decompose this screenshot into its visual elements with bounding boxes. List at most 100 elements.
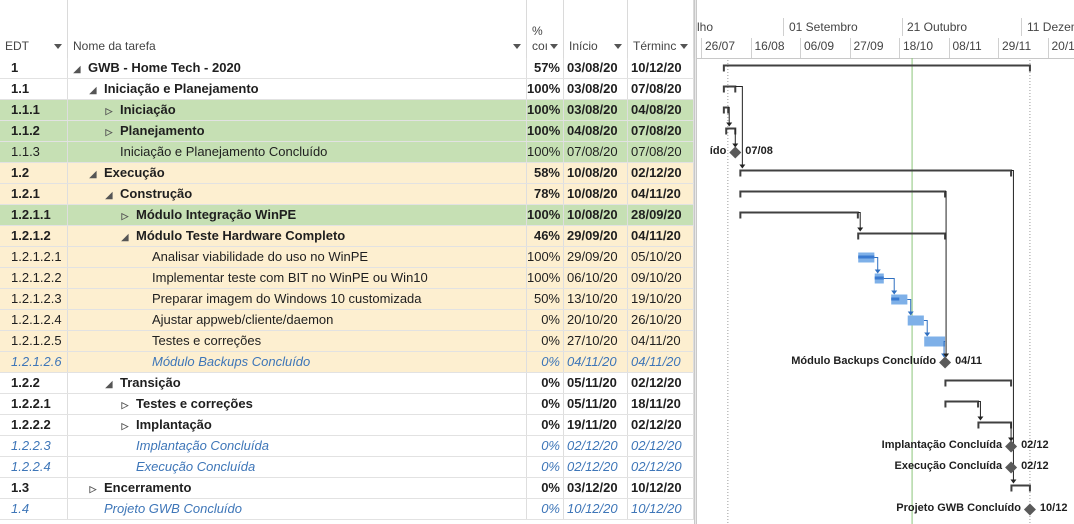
- collapse-triangle-icon[interactable]: ◢: [88, 164, 98, 183]
- expand-triangle-icon[interactable]: ▷: [88, 479, 98, 498]
- cell-start[interactable]: 10/08/20: [564, 163, 628, 183]
- table-row[interactable]: 1.2.1.2.4 Ajustar appweb/cliente/daemon 0%…: [0, 310, 694, 331]
- expand-triangle-icon[interactable]: ▷: [104, 101, 114, 120]
- cell-edt[interactable]: 1.2.1.2.6: [0, 352, 68, 372]
- cell-start[interactable]: 10/12/20: [564, 499, 628, 519]
- cell-percent-complete[interactable]: 100%: [527, 247, 564, 267]
- table-row[interactable]: 1.1.1 ▷ Iniciação 100% 03/08/20 04/08/20: [0, 100, 694, 121]
- table-row[interactable]: 1.2.1.2 ◢ Módulo Teste Hardware Completo 46…: [0, 226, 694, 247]
- chevron-down-icon[interactable]: [550, 44, 558, 49]
- cell-finish[interactable]: 09/10/20: [628, 268, 694, 288]
- expand-triangle-icon[interactable]: ▷: [120, 416, 130, 435]
- column-header-finish[interactable]: Términc: [628, 0, 694, 58]
- cell-task-name[interactable]: ◢ Módulo Teste Hardware Completo: [68, 226, 527, 246]
- cell-percent-complete[interactable]: 0%: [527, 352, 564, 372]
- cell-edt[interactable]: 1.2: [0, 163, 68, 183]
- cell-finish[interactable]: 28/09/20: [628, 205, 694, 225]
- cell-edt[interactable]: 1.2.1.2.3: [0, 289, 68, 309]
- cell-task-name[interactable]: Preparar imagem do Windows 10 customizad…: [68, 289, 527, 309]
- table-row[interactable]: 1.2.2.1 ▷ Testes e correções 0% 05/11/20 18/1…: [0, 394, 694, 415]
- table-row[interactable]: 1.3 ▷ Encerramento 0% 03/12/20 10/12/20: [0, 478, 694, 499]
- cell-edt[interactable]: 1.2.2.4: [0, 457, 68, 477]
- cell-percent-complete[interactable]: 100%: [527, 100, 564, 120]
- cell-edt[interactable]: 1.1.1: [0, 100, 68, 120]
- table-row[interactable]: 1.2.1.2.2 Implementar teste com BIT no Wi…: [0, 268, 694, 289]
- cell-finish[interactable]: 10/12/20: [628, 58, 694, 78]
- cell-edt[interactable]: 1.2.2.3: [0, 436, 68, 456]
- cell-task-name[interactable]: ▷ Encerramento: [68, 478, 527, 498]
- table-row[interactable]: 1.2.1.2.6 Módulo Backups Concluído 0% 04/11…: [0, 352, 694, 373]
- cell-start[interactable]: 02/12/20: [564, 457, 628, 477]
- cell-percent-complete[interactable]: 100%: [527, 142, 564, 162]
- cell-edt[interactable]: 1.2.1: [0, 184, 68, 204]
- cell-edt[interactable]: 1.2.1.2.5: [0, 331, 68, 351]
- column-header-name[interactable]: Nome da tarefa: [68, 0, 527, 58]
- chevron-down-icon[interactable]: [614, 44, 622, 49]
- cell-finish[interactable]: 04/11/20: [628, 226, 694, 246]
- cell-edt[interactable]: 1.4: [0, 499, 68, 519]
- cell-start[interactable]: 29/09/20: [564, 247, 628, 267]
- table-row[interactable]: 1.1.3 Iniciação e Planejamento Concluído 1…: [0, 142, 694, 163]
- cell-start[interactable]: 27/10/20: [564, 331, 628, 351]
- cell-edt[interactable]: 1.2.1.1: [0, 205, 68, 225]
- cell-edt[interactable]: 1.2.1.2: [0, 226, 68, 246]
- table-row[interactable]: 1.2.1.2.1 Analisar viabilidade do uso no …: [0, 247, 694, 268]
- cell-task-name[interactable]: ▷ Módulo Integração WinPE: [68, 205, 527, 225]
- cell-percent-complete[interactable]: 100%: [527, 79, 564, 99]
- cell-finish[interactable]: 07/08/20: [628, 142, 694, 162]
- cell-start[interactable]: 19/11/20: [564, 415, 628, 435]
- table-row[interactable]: 1.2 ◢ Execução 58% 10/08/20 02/12/20: [0, 163, 694, 184]
- table-row[interactable]: 1.2.1 ◢ Construção 78% 10/08/20 04/11/20: [0, 184, 694, 205]
- cell-percent-complete[interactable]: 0%: [527, 310, 564, 330]
- cell-percent-complete[interactable]: 0%: [527, 457, 564, 477]
- cell-edt[interactable]: 1.1.3: [0, 142, 68, 162]
- cell-percent-complete[interactable]: 0%: [527, 373, 564, 393]
- cell-percent-complete[interactable]: 0%: [527, 331, 564, 351]
- cell-task-name[interactable]: ◢ Iniciação e Planejamento: [68, 79, 527, 99]
- cell-percent-complete[interactable]: 100%: [527, 121, 564, 141]
- expand-triangle-icon[interactable]: ▷: [120, 395, 130, 414]
- cell-finish[interactable]: 02/12/20: [628, 415, 694, 435]
- column-header-pct[interactable]: % coı: [527, 0, 564, 58]
- cell-finish[interactable]: 02/12/20: [628, 163, 694, 183]
- cell-edt[interactable]: 1.2.1.2.1: [0, 247, 68, 267]
- cell-percent-complete[interactable]: 0%: [527, 478, 564, 498]
- cell-task-name[interactable]: ◢ GWB - Home Tech - 2020: [68, 58, 527, 78]
- collapse-triangle-icon[interactable]: ◢: [104, 374, 114, 393]
- expand-triangle-icon[interactable]: ▷: [120, 206, 130, 225]
- cell-edt[interactable]: 1.3: [0, 478, 68, 498]
- table-row[interactable]: 1.2.1.1 ▷ Módulo Integração WinPE 100% 10/08…: [0, 205, 694, 226]
- cell-edt[interactable]: 1.2.2.1: [0, 394, 68, 414]
- cell-percent-complete[interactable]: 57%: [527, 58, 564, 78]
- cell-start[interactable]: 03/12/20: [564, 478, 628, 498]
- cell-start[interactable]: 03/08/20: [564, 79, 628, 99]
- cell-task-name[interactable]: Módulo Backups Concluído: [68, 352, 527, 372]
- cell-percent-complete[interactable]: 100%: [527, 268, 564, 288]
- cell-percent-complete[interactable]: 0%: [527, 415, 564, 435]
- cell-task-name[interactable]: Analisar viabilidade do uso no WinPE: [68, 247, 527, 267]
- cell-edt[interactable]: 1.2.1.2.2: [0, 268, 68, 288]
- cell-finish[interactable]: 02/12/20: [628, 436, 694, 456]
- table-row[interactable]: 1.2.2.2 ▷ Implantação 0% 19/11/20 02/12/20: [0, 415, 694, 436]
- cell-edt[interactable]: 1.2.1.2.4: [0, 310, 68, 330]
- cell-percent-complete[interactable]: 58%: [527, 163, 564, 183]
- cell-percent-complete[interactable]: 100%: [527, 205, 564, 225]
- cell-start[interactable]: 05/11/20: [564, 394, 628, 414]
- cell-percent-complete[interactable]: 46%: [527, 226, 564, 246]
- cell-task-name[interactable]: Implantação Concluída: [68, 436, 527, 456]
- cell-start[interactable]: 29/09/20: [564, 226, 628, 246]
- cell-task-name[interactable]: ▷ Planejamento: [68, 121, 527, 141]
- cell-finish[interactable]: 10/12/20: [628, 478, 694, 498]
- cell-start[interactable]: 13/10/20: [564, 289, 628, 309]
- cell-task-name[interactable]: Projeto GWB Concluído: [68, 499, 527, 519]
- table-row[interactable]: 1.2.2 ◢ Transição 0% 05/11/20 02/12/20: [0, 373, 694, 394]
- cell-task-name[interactable]: Ajustar appweb/cliente/daemon: [68, 310, 527, 330]
- table-row[interactable]: 1.2.2.4 Execução Concluída 0% 02/12/20 02/12…: [0, 457, 694, 478]
- cell-finish[interactable]: 04/11/20: [628, 184, 694, 204]
- cell-edt[interactable]: 1.1: [0, 79, 68, 99]
- table-row[interactable]: 1.1 ◢ Iniciação e Planejamento 100% 03/08/20…: [0, 79, 694, 100]
- chevron-down-icon[interactable]: [680, 44, 688, 49]
- cell-finish[interactable]: 04/08/20: [628, 100, 694, 120]
- cell-edt[interactable]: 1: [0, 58, 68, 78]
- expand-triangle-icon[interactable]: ▷: [104, 122, 114, 141]
